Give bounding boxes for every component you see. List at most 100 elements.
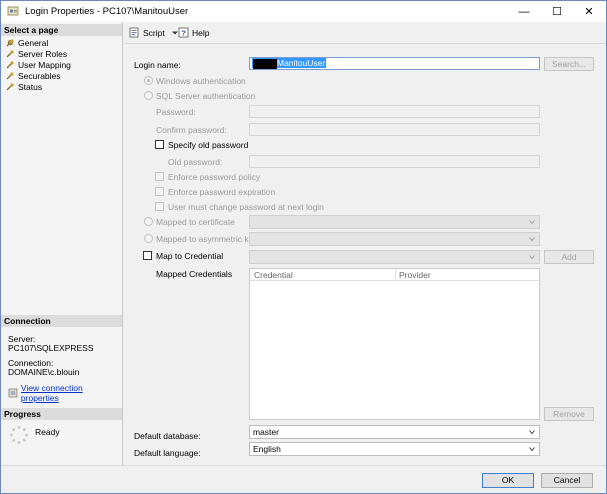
maximize-button[interactable]: ☐	[542, 1, 572, 22]
login-properties-window: Login Properties - PC107\ManitouUser — ☐…	[0, 0, 607, 494]
page-item-server-roles[interactable]: Server Roles	[5, 48, 67, 59]
default-language-combo[interactable]: English	[249, 442, 540, 456]
grid-header: Credential Provider	[250, 269, 539, 281]
progress-spinner-icon	[10, 426, 28, 444]
help-button[interactable]: ? Help	[178, 27, 209, 38]
mapped-cert-radio[interactable]	[144, 217, 153, 226]
default-database-value: master	[253, 427, 279, 437]
page-item-general[interactable]: General	[5, 37, 48, 48]
sql-auth-radio[interactable]	[144, 91, 153, 100]
sql-auth-label: SQL Server authentication	[156, 91, 256, 101]
wrench-icon	[6, 82, 14, 90]
toolbar: Script ? Help	[124, 22, 606, 44]
select-page-header: Select a page	[1, 24, 122, 36]
dialog-footer: OK Cancel	[1, 465, 606, 493]
old-password-input[interactable]	[249, 155, 540, 168]
certificate-combo[interactable]	[249, 215, 540, 229]
default-language-label: Default language:	[134, 448, 201, 458]
connection-header: Connection	[1, 315, 122, 327]
general-page: Login name: ManitouUser Search... Window…	[124, 45, 606, 465]
close-icon: ✕	[584, 6, 594, 18]
progress-status: Ready	[35, 427, 60, 437]
page-item-label: Securables	[18, 70, 61, 81]
enforce-policy-label: Enforce password policy	[168, 172, 261, 182]
windows-auth-label: Windows authentication	[156, 76, 246, 86]
default-language-value: English	[253, 444, 281, 454]
script-button[interactable]: Script	[129, 27, 182, 38]
search-button[interactable]: Search...	[544, 57, 594, 71]
window-title: Login Properties - PC107\ManitouUser	[25, 6, 189, 17]
page-item-user-mapping[interactable]: User Mapping	[5, 59, 71, 70]
cancel-button[interactable]: Cancel	[541, 473, 593, 488]
confirm-password-label: Confirm password:	[156, 125, 227, 135]
page-item-status[interactable]: Status	[5, 81, 42, 92]
must-change-label: User must change password at next login	[168, 202, 324, 212]
connection-properties-icon	[8, 388, 18, 398]
password-input[interactable]	[249, 105, 540, 118]
redaction-block	[253, 58, 277, 69]
mapped-asym-label: Mapped to asymmetric key	[156, 234, 258, 244]
enforce-policy-checkbox[interactable]	[155, 172, 164, 181]
specify-old-password-checkbox[interactable]	[155, 140, 164, 149]
script-icon	[129, 27, 139, 38]
login-name-value: ManitouUser	[277, 58, 326, 68]
script-label: Script	[143, 27, 165, 38]
enforce-expiration-checkbox[interactable]	[155, 187, 164, 196]
grid-col-credential: Credential	[254, 270, 293, 280]
page-item-label: General	[18, 37, 49, 48]
mapped-cert-label: Mapped to certificate	[156, 217, 235, 227]
add-credential-button[interactable]: Add	[544, 250, 594, 264]
view-connection-link[interactable]: View connection properties	[21, 383, 122, 403]
title-bar[interactable]: Login Properties - PC107\ManitouUser — ☐…	[1, 1, 606, 22]
chevron-down-icon	[529, 430, 535, 435]
specify-old-password-label: Specify old password	[168, 140, 249, 150]
map-credential-label: Map to Credential	[156, 251, 224, 261]
help-label: Help	[192, 27, 210, 38]
chevron-down-icon	[529, 447, 535, 452]
view-connection-properties[interactable]: View connection properties	[8, 383, 122, 403]
server-value: PC107\SQLEXPRESS	[8, 343, 94, 353]
progress-header: Progress	[1, 408, 122, 420]
left-pane: Select a page General Server Roles User …	[1, 22, 123, 465]
login-name-input[interactable]: ManitouUser	[249, 57, 540, 70]
credential-combo[interactable]	[249, 250, 540, 264]
login-name-selection: ManitouUser	[252, 58, 327, 69]
wrench-icon	[6, 60, 14, 68]
grid-column-separator[interactable]	[395, 269, 396, 281]
mapped-asym-radio[interactable]	[144, 234, 153, 243]
grid-col-provider: Provider	[399, 270, 431, 280]
close-button[interactable]: ✕	[574, 1, 604, 22]
ok-button[interactable]: OK	[482, 473, 534, 488]
wrench-icon	[6, 38, 14, 46]
wrench-icon	[6, 49, 14, 57]
confirm-password-input[interactable]	[249, 123, 540, 136]
page-item-securables[interactable]: Securables	[5, 70, 61, 81]
windows-auth-radio[interactable]	[144, 76, 153, 85]
wrench-icon	[6, 71, 14, 79]
svg-text:?: ?	[181, 29, 186, 38]
minimize-button[interactable]: —	[509, 1, 539, 22]
old-password-label: Old password:	[168, 157, 223, 167]
page-item-label: Status	[18, 81, 43, 92]
help-icon: ?	[178, 27, 189, 38]
maximize-icon: ☐	[552, 6, 562, 18]
asymmetric-key-combo[interactable]	[249, 232, 540, 246]
must-change-checkbox[interactable]	[155, 202, 164, 211]
enforce-expiration-label: Enforce password expiration	[168, 187, 276, 197]
chevron-down-icon	[529, 237, 535, 242]
minimize-icon: —	[518, 5, 530, 18]
connection-value: DOMAINE\c.blouin	[8, 367, 80, 377]
remove-credential-button[interactable]: Remove	[544, 407, 594, 421]
chevron-down-icon	[529, 255, 535, 260]
page-item-label: User Mapping	[18, 59, 71, 70]
password-label: Password:	[156, 107, 196, 117]
default-database-label: Default database:	[134, 431, 201, 441]
page-item-label: Server Roles	[18, 48, 68, 59]
mapped-credentials-grid[interactable]: Credential Provider	[249, 268, 540, 420]
mapped-credentials-label: Mapped Credentials	[156, 269, 233, 279]
login-properties-icon	[7, 6, 19, 16]
default-database-combo[interactable]: master	[249, 425, 540, 439]
login-name-label: Login name:	[134, 60, 181, 70]
chevron-down-icon	[529, 220, 535, 225]
map-credential-checkbox[interactable]	[143, 251, 152, 260]
